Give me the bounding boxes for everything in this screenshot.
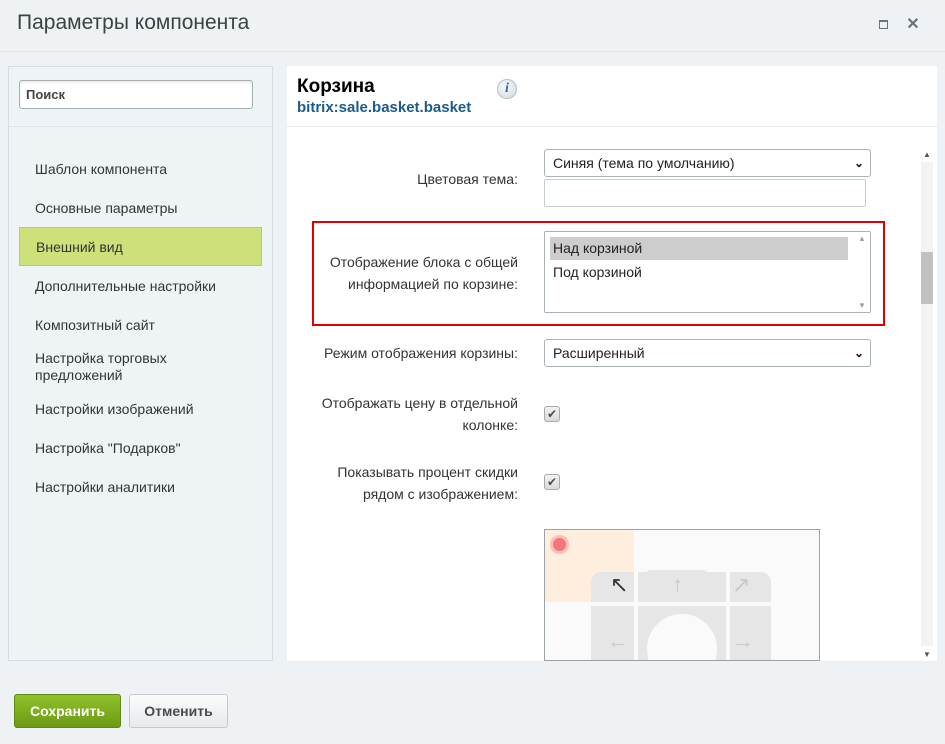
scroll-down-icon[interactable]: ▼ — [923, 650, 931, 659]
discount-percent-checkbox[interactable]: ✔ — [544, 474, 560, 490]
scroll-up-icon[interactable]: ▲ — [923, 150, 931, 159]
total-block-label-line1: Отображение блока с общей — [329, 254, 518, 270]
sidebar-item-label: Композитный сайт — [35, 316, 155, 333]
color-theme-value: Синяя (тема по умолчанию) — [553, 155, 735, 171]
scrollbar-track[interactable] — [921, 162, 933, 646]
grid-line — [634, 530, 638, 660]
sidebar-search-area — [9, 67, 272, 127]
scrollbar-thumb[interactable] — [921, 252, 933, 304]
dialog-titlebar: Параметры компонента ✕ — [0, 0, 945, 52]
grid-line — [726, 530, 730, 660]
total-block-label: Отображение блока с общей информацией по… — [330, 251, 518, 295]
content-scrollbar[interactable]: ▲ ▼ — [918, 148, 936, 660]
sidebar-item-label: Дополнительные настройки — [35, 277, 216, 294]
dialog-title: Параметры компонента — [17, 11, 250, 34]
discount-percent-label-line2: рядом с изображением: — [362, 486, 518, 502]
sidebar-item-composite[interactable]: Композитный сайт — [19, 305, 262, 344]
chevron-down-icon: ⌄ — [853, 346, 864, 360]
price-column-checkbox[interactable]: ✔ — [544, 406, 560, 422]
component-title: Корзина — [297, 76, 375, 97]
search-input[interactable] — [19, 80, 253, 109]
sidebar: Шаблон компонента Основные параметры Вне… — [8, 66, 273, 661]
header-divider — [287, 126, 937, 127]
arrow-left-icon[interactable]: ← — [607, 628, 629, 654]
settings-panel: Корзина bitrix:sale.basket.basket i Цвет… — [287, 66, 937, 661]
maximize-icon[interactable] — [877, 18, 891, 32]
save-button[interactable]: Сохранить — [14, 694, 121, 728]
listbox-scrollbar[interactable]: ▲ ▼ — [854, 232, 870, 312]
sidebar-item-additional[interactable]: Дополнительные настройки — [19, 266, 262, 305]
sidebar-item-label: Настройки изображений — [35, 400, 194, 417]
arrow-up-left-icon[interactable]: ↖ — [610, 572, 628, 598]
close-icon[interactable]: ✕ — [906, 17, 920, 33]
discount-percent-label: Показывать процент скидки рядом с изобра… — [337, 461, 518, 505]
sidebar-item-gifts[interactable]: Настройка "Подарков" — [19, 428, 262, 467]
grid-line — [545, 602, 819, 606]
total-block-listbox[interactable]: Над корзиной Под корзиной ▲ ▼ — [544, 231, 871, 313]
display-mode-value: Расширенный — [553, 345, 645, 361]
scroll-up-icon[interactable]: ▲ — [858, 234, 866, 243]
listbox-option-below[interactable]: Под корзиной — [550, 261, 848, 284]
sidebar-item-main-params[interactable]: Основные параметры — [19, 188, 262, 227]
sidebar-item-template[interactable]: Шаблон компонента — [19, 149, 262, 188]
sidebar-item-label: Основные параметры — [35, 199, 178, 216]
sidebar-item-label: Настройки аналитики — [35, 478, 176, 495]
sidebar-item-label: Внешний вид — [36, 238, 123, 255]
display-mode-select[interactable]: Расширенный ⌄ — [544, 339, 871, 367]
sidebar-nav: Шаблон компонента Основные параметры Вне… — [19, 149, 262, 506]
color-theme-select[interactable]: Синяя (тема по умолчанию) ⌄ — [544, 149, 871, 177]
component-code: bitrix:sale.basket.basket — [297, 99, 472, 116]
chevron-down-icon: ⌄ — [853, 156, 864, 170]
cancel-button[interactable]: Отменить — [129, 694, 228, 728]
sidebar-item-label: Настройка "Подарков" — [35, 439, 181, 456]
color-theme-label: Цветовая тема: — [417, 171, 518, 187]
sidebar-item-label: Шаблон компонента — [35, 160, 168, 177]
sidebar-item-label: Настройка торговых предложений — [35, 349, 167, 383]
discount-percent-label-line1: Показывать процент скидки — [337, 464, 518, 480]
position-marker-icon[interactable] — [550, 535, 569, 554]
position-picker[interactable]: ↖ ↑ ↗ ← → — [544, 529, 820, 661]
total-block-label-line2: информацией по корзине: — [348, 276, 518, 292]
sidebar-item-offers[interactable]: Настройка торговых предложений — [19, 344, 262, 389]
price-column-label-line1: Отображать цену в отдельной — [321, 395, 518, 411]
sidebar-item-appearance[interactable]: Внешний вид — [19, 227, 262, 266]
sidebar-item-images[interactable]: Настройки изображений — [19, 389, 262, 428]
price-column-label-line2: колонке: — [462, 417, 518, 433]
sidebar-item-analytics[interactable]: Настройки аналитики — [19, 467, 262, 506]
scroll-down-icon[interactable]: ▼ — [858, 301, 866, 310]
arrow-up-icon[interactable]: ↑ — [672, 572, 683, 598]
info-icon[interactable]: i — [497, 79, 517, 99]
arrow-right-icon[interactable]: → — [732, 628, 754, 654]
color-theme-custom-input[interactable] — [544, 179, 866, 207]
listbox-option-above[interactable]: Над корзиной — [550, 237, 848, 260]
display-mode-label: Режим отображения корзины: — [324, 345, 518, 361]
arrow-up-right-icon[interactable]: ↗ — [732, 572, 750, 598]
price-column-label: Отображать цену в отдельной колонке: — [322, 392, 518, 436]
dialog-footer: Сохранить Отменить — [0, 677, 945, 744]
